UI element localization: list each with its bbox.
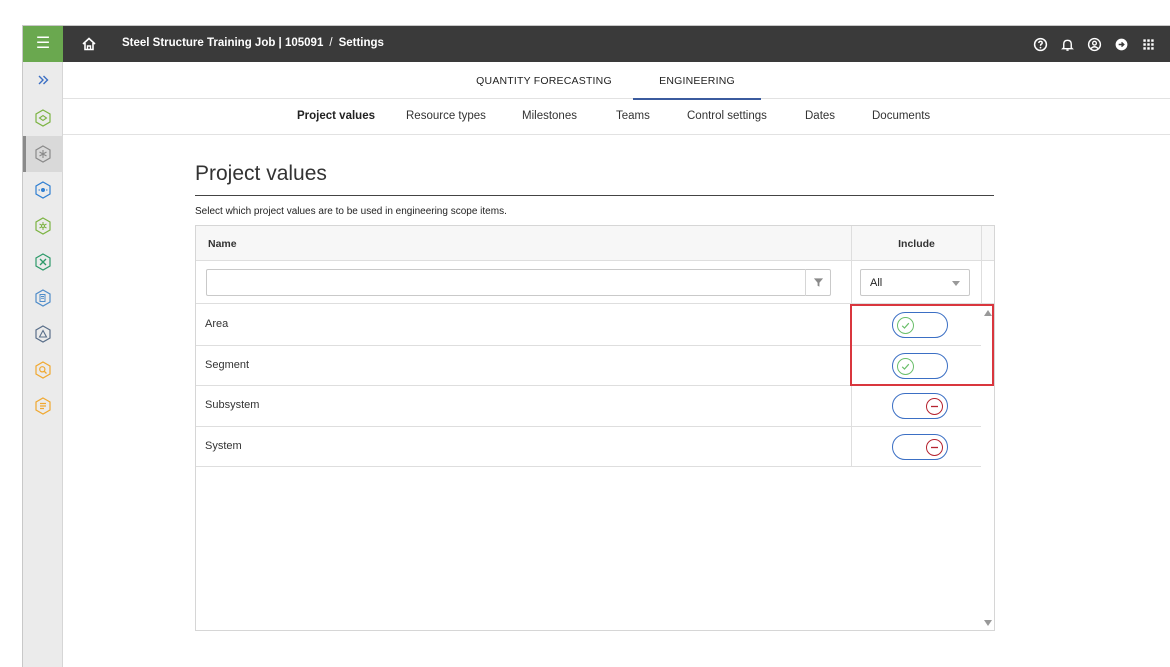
grid-rows: Area Segment Subsystem System [196, 305, 981, 467]
include-toggle[interactable] [892, 433, 948, 460]
row-name: Segment [205, 358, 250, 371]
subtab-resource-types[interactable]: Resource types [406, 110, 486, 122]
breadcrumb-separator: / [329, 37, 333, 49]
user-account-icon [1087, 37, 1102, 51]
rail-item-location[interactable] [23, 172, 63, 208]
rail-item-drafting[interactable] [23, 316, 63, 352]
notification-bell-icon [1061, 39, 1074, 51]
subtab-documents[interactable]: Documents [872, 110, 930, 122]
scroll-down-arrow-icon[interactable] [984, 620, 992, 626]
settings-hex-icon [35, 145, 51, 163]
table-row: Segment [196, 345, 981, 386]
subtab-teams[interactable]: Teams [616, 110, 650, 122]
subtab-control-settings[interactable]: Control settings [687, 110, 767, 122]
help-icon [1033, 37, 1048, 51]
expand-rail-button[interactable] [23, 62, 63, 98]
scroll-up-arrow-icon[interactable] [984, 310, 992, 316]
breadcrumb-job[interactable]: Steel Structure Training Job | 105091 [122, 37, 323, 49]
rail-item-tools[interactable] [23, 244, 63, 280]
app-window: ☰ Steel Structure Training Job | 105091 /… [22, 25, 1170, 667]
include-filter-cell: All [851, 261, 981, 304]
minus-circle-icon [931, 405, 938, 408]
notifications-button[interactable] [1054, 26, 1081, 62]
minus-circle-icon [931, 446, 938, 448]
tab-engineering[interactable]: ENGINEERING [633, 62, 761, 100]
column-header-include[interactable]: Include [851, 226, 981, 261]
top-bar: ☰ Steel Structure Training Job | 105091 /… [23, 26, 1170, 62]
rail-item-settings[interactable] [23, 136, 63, 172]
check-circle-icon [901, 322, 910, 329]
toggle-knob [897, 317, 914, 334]
tab-quantity-forecasting[interactable]: QUANTITY FORECASTING [467, 62, 621, 99]
location-hex-icon [35, 181, 51, 199]
name-filter-button[interactable] [805, 269, 831, 296]
help-button[interactable] [1027, 26, 1054, 62]
title-divider [195, 195, 994, 196]
double-chevron-right-icon [38, 75, 49, 85]
toggle-knob [926, 438, 943, 456]
row-name: Area [205, 318, 229, 330]
page-title: Project values [195, 162, 327, 185]
filter-scroll-spacer [981, 261, 994, 304]
left-rail [23, 62, 63, 667]
app-launcher-icon [1143, 38, 1154, 50]
page-description: Select which project values are to be us… [195, 206, 507, 217]
include-cell [851, 305, 981, 345]
funnel-icon [813, 278, 824, 287]
include-filter-select[interactable]: All [860, 269, 970, 296]
breadcrumb-page: Settings [338, 37, 384, 49]
subtab-project-values[interactable]: Project values [297, 110, 375, 122]
list-hex-icon [35, 397, 51, 415]
table-row: Subsystem [196, 386, 981, 427]
include-cell [851, 345, 981, 386]
include-toggle[interactable] [892, 352, 948, 379]
subtab-dates[interactable]: Dates [805, 110, 835, 122]
network-hex-icon [35, 217, 51, 235]
vertical-scrollbar[interactable] [981, 305, 994, 631]
include-filter-value: All [870, 277, 883, 289]
settings-subtabs: Project values Resource types Milestones… [63, 100, 1170, 135]
module-tabs: QUANTITY FORECASTING ENGINEERING [63, 62, 1170, 100]
home-icon[interactable] [79, 34, 99, 54]
header-scroll-spacer [981, 226, 994, 261]
include-cell [851, 426, 981, 467]
grid-header: Name Include [196, 226, 994, 261]
row-name: System [205, 439, 242, 452]
sign-out-button[interactable] [1108, 26, 1135, 62]
include-toggle[interactable] [892, 393, 948, 419]
rail-item-list[interactable] [23, 388, 63, 424]
toggle-knob [926, 398, 943, 415]
rail-item-network[interactable] [23, 208, 63, 244]
top-actions [1027, 26, 1162, 62]
documents-hex-icon [35, 289, 51, 307]
row-name: Subsystem [205, 399, 260, 411]
app-launcher-button[interactable] [1135, 26, 1162, 62]
table-row: Area [196, 305, 981, 346]
rail-item-search[interactable] [23, 352, 63, 388]
table-row: System [196, 426, 981, 467]
account-button[interactable] [1081, 26, 1108, 62]
project-hex-icon [35, 109, 51, 127]
chevron-down-icon [952, 281, 960, 286]
main-menu-button[interactable]: ☰ [23, 26, 63, 62]
search-hex-icon [35, 361, 51, 379]
toggle-knob [897, 357, 914, 375]
check-circle-icon [901, 363, 910, 370]
tools-hex-icon [35, 253, 51, 271]
breadcrumb: Steel Structure Training Job | 105091 / Se… [122, 37, 384, 49]
project-values-grid: Name Include All Area Segment Subsystem … [195, 225, 995, 631]
drafting-hex-icon [35, 325, 51, 343]
subtab-milestones[interactable]: Milestones [522, 110, 577, 122]
column-header-name[interactable]: Name [208, 238, 237, 250]
include-cell [851, 386, 981, 426]
rail-item-documents[interactable] [23, 280, 63, 316]
include-toggle[interactable] [892, 312, 948, 338]
name-filter-input[interactable] [206, 269, 831, 296]
hamburger-icon: ☰ [35, 35, 51, 52]
sign-out-icon [1115, 38, 1128, 50]
rail-item-project[interactable] [23, 100, 63, 136]
filter-row: All [196, 261, 994, 304]
